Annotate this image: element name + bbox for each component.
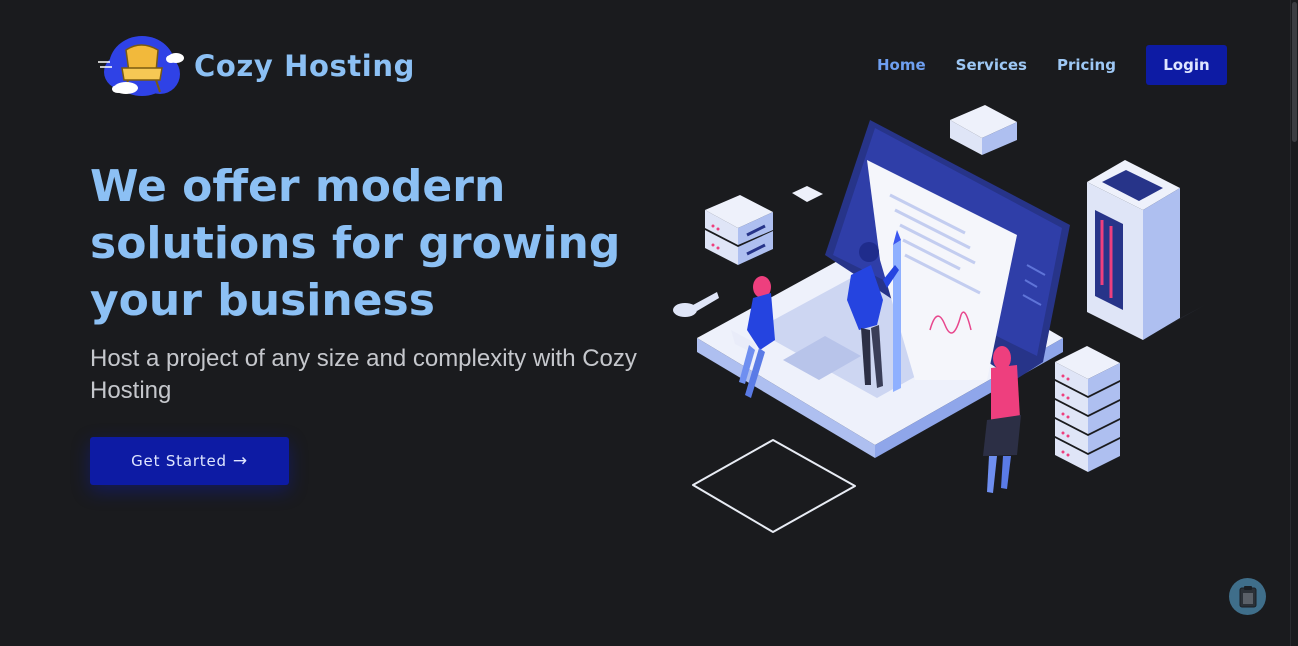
login-button[interactable]: Login (1145, 45, 1227, 85)
hero-subtitle: Host a project of any size and complexit… (90, 345, 637, 404)
isometric-laptop-servers-illustration (673, 105, 1205, 533)
get-started-button[interactable]: Get Started → (90, 437, 289, 485)
nav-link-services[interactable]: Services (941, 46, 1042, 84)
page-scrollbar[interactable] (1290, 0, 1298, 646)
nav-link-home[interactable]: Home (862, 46, 941, 84)
hero-title: We offer modern solutions for growing yo… (90, 161, 621, 326)
brand-name: Cozy Hosting (194, 48, 415, 83)
scrollbar-thumb[interactable] (1292, 2, 1297, 142)
armchair-cloud-logo-icon (98, 36, 184, 96)
clipboard-floating-button[interactable] (1229, 578, 1266, 615)
brand-logo-link[interactable]: Cozy Hosting (96, 28, 415, 103)
arrow-right-icon: → (232, 451, 248, 471)
get-started-label: Get Started (131, 452, 227, 470)
main-nav: Home Services Pricing Login (862, 45, 1227, 85)
clipboard-icon (1239, 585, 1256, 607)
nav-link-pricing[interactable]: Pricing (1042, 46, 1131, 84)
